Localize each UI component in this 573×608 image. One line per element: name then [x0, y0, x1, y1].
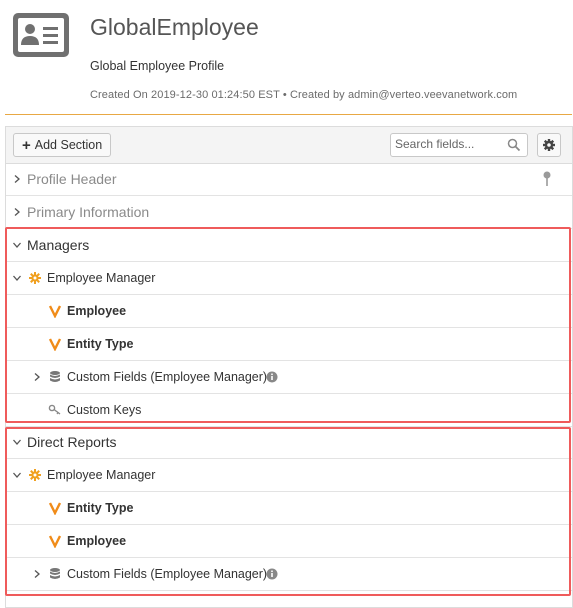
settings-button[interactable]: [537, 133, 561, 157]
search-field[interactable]: [390, 133, 528, 157]
add-section-button[interactable]: + Add Section: [13, 133, 112, 157]
header-divider: [5, 114, 572, 115]
section-title: Primary Information: [27, 204, 150, 220]
section-title: Profile Header: [27, 171, 117, 187]
section-profile-header[interactable]: Profile Header: [6, 163, 572, 196]
page-subtitle: Global Employee Profile: [90, 59, 225, 73]
profile-card-icon: [13, 13, 69, 57]
chevron-right-icon[interactable]: [12, 207, 22, 217]
chevron-right-icon[interactable]: [12, 174, 22, 184]
record-header: GlobalEmployee Global Employee Profile C…: [0, 0, 573, 116]
plus-icon: +: [22, 137, 31, 154]
search-input[interactable]: [391, 134, 505, 154]
search-icon[interactable]: [507, 138, 521, 152]
section-primary-information[interactable]: Primary Information: [6, 196, 572, 229]
created-info: Created On 2019-12-30 01:24:50 EST • Cre…: [90, 89, 518, 101]
highlight-box-direct-reports: [5, 427, 571, 596]
gear-icon: [543, 139, 555, 151]
page-title: GlobalEmployee: [90, 14, 259, 40]
pin-icon[interactable]: [540, 170, 554, 188]
add-section-label: Add Section: [34, 138, 103, 152]
toolbar: + Add Section: [6, 127, 572, 164]
highlight-box-managers: [5, 227, 571, 423]
